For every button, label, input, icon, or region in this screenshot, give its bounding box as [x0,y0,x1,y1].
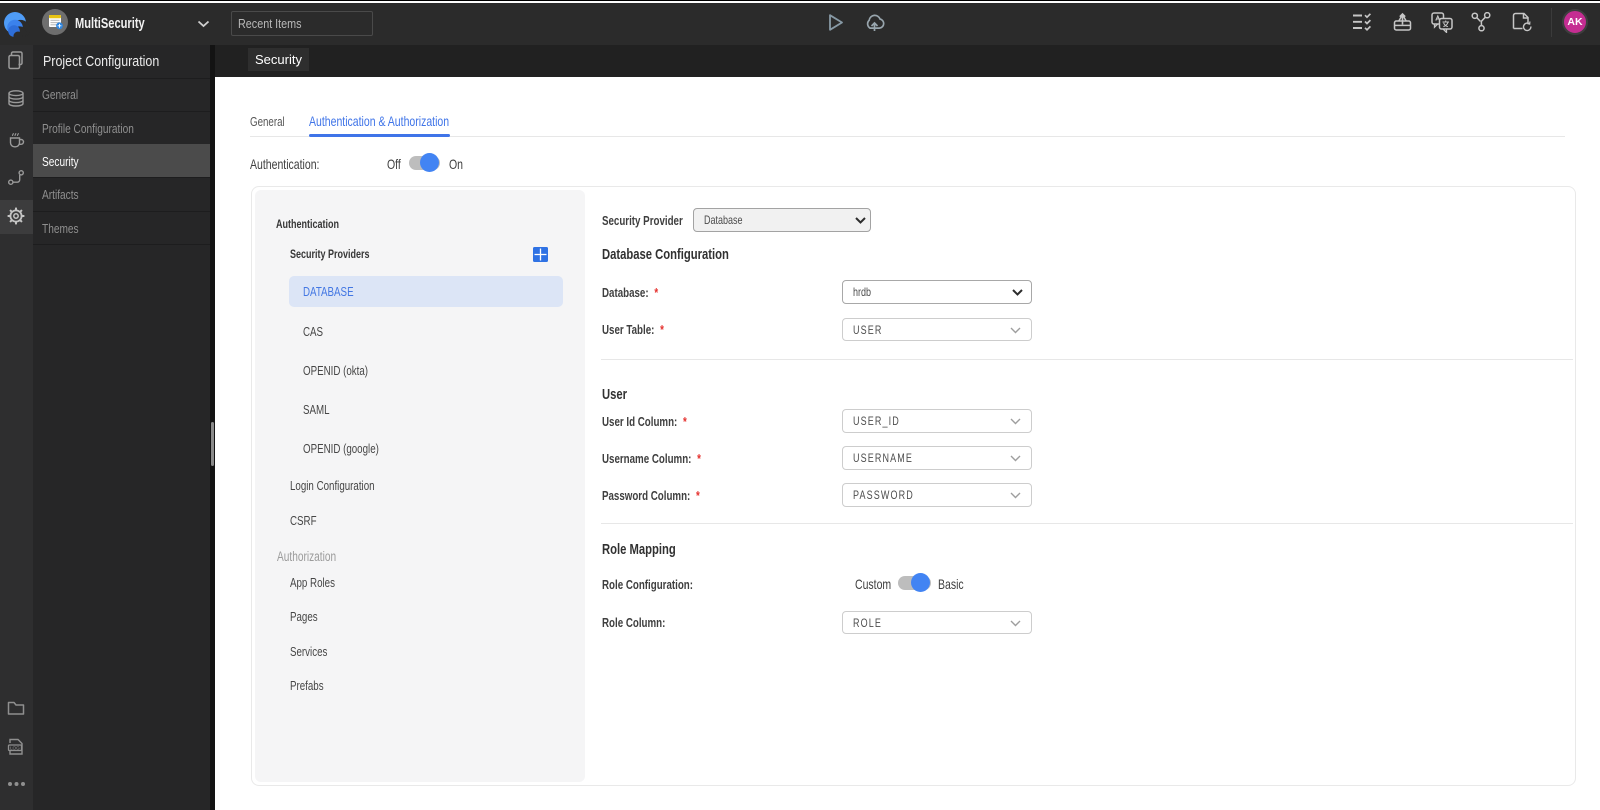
svg-text:LOG: LOG [10,745,20,750]
